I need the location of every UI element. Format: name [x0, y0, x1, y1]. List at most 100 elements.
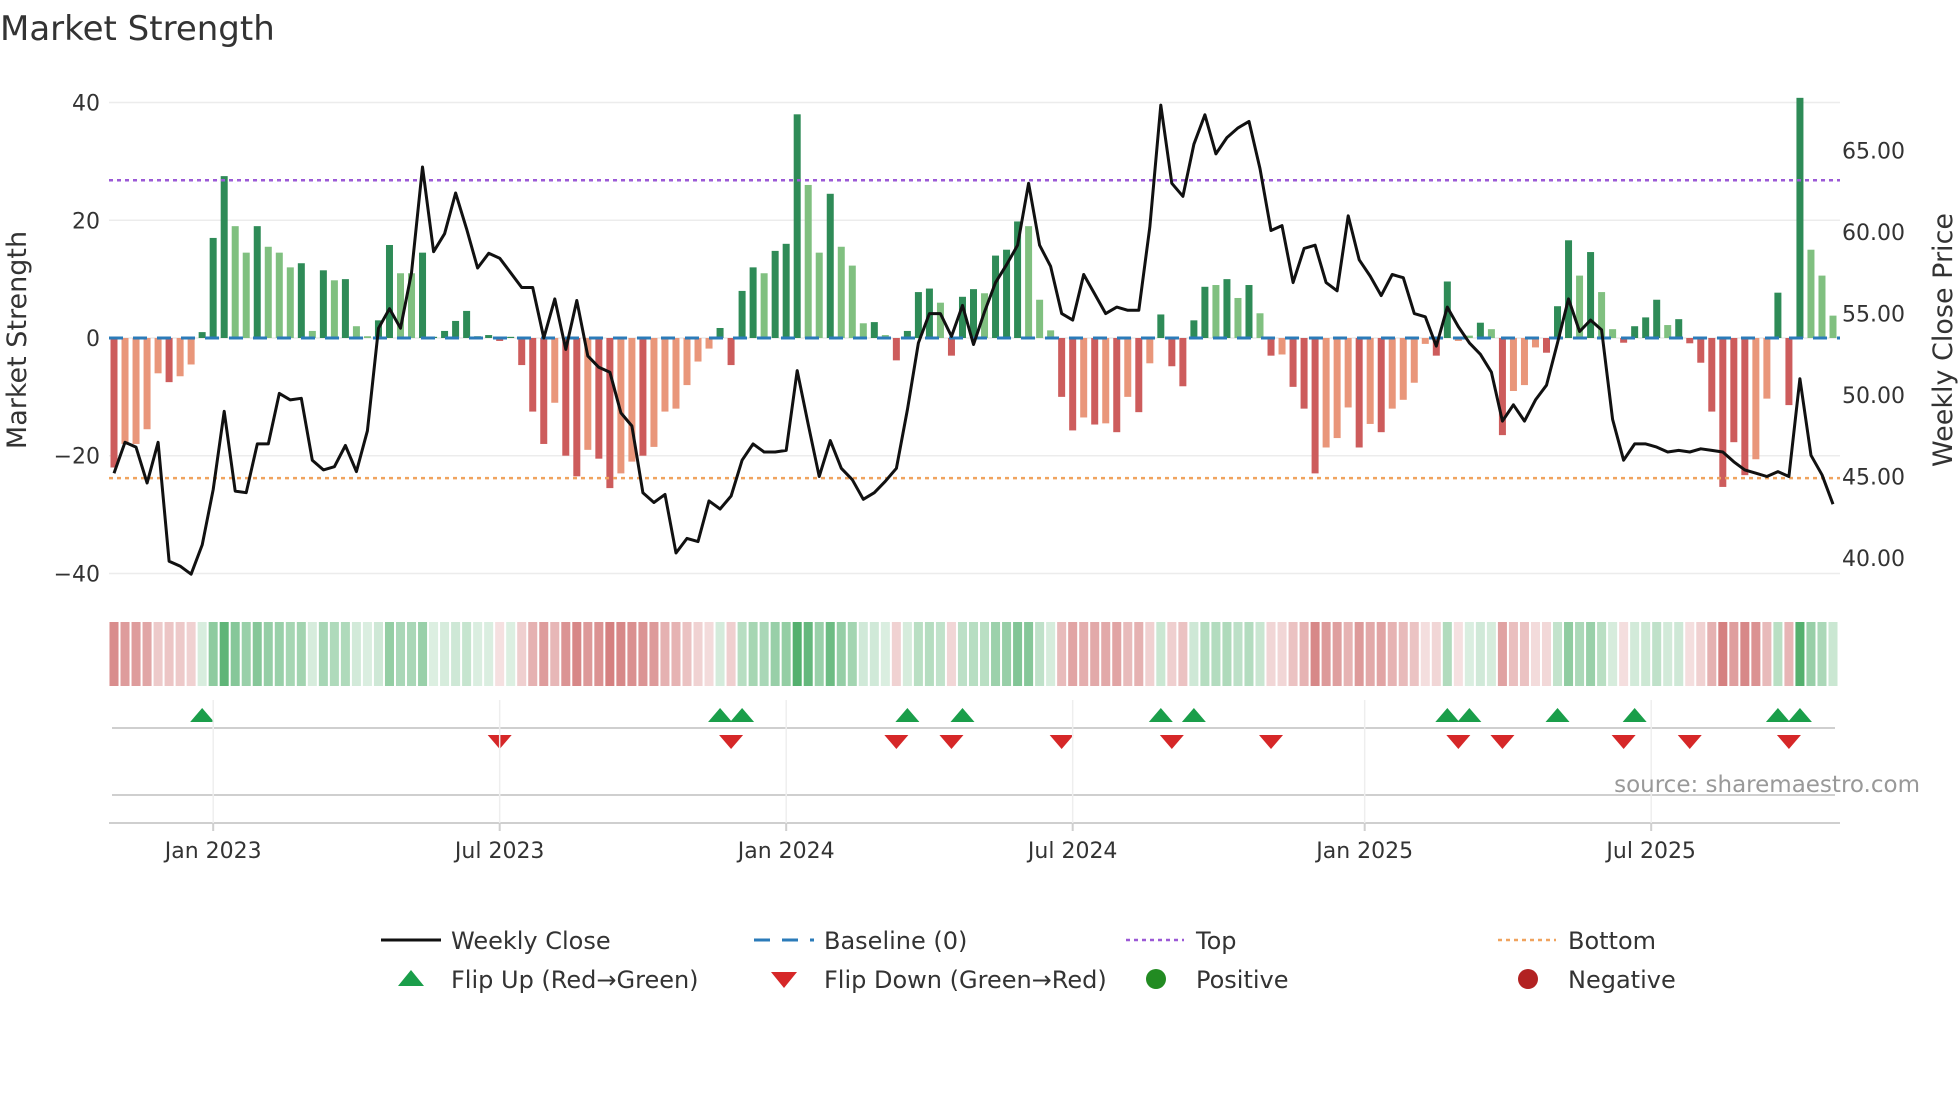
x-tick-label: Jan 2023 [163, 839, 262, 864]
strength-bar [1278, 338, 1286, 355]
strength-bar [1520, 338, 1528, 386]
strip-cell [1178, 622, 1188, 686]
strength-bar [231, 226, 239, 338]
x-tick-label: Jul 2024 [1026, 839, 1118, 864]
strip-cell [1453, 622, 1463, 686]
strip-cell [318, 622, 328, 686]
strip-cell [946, 622, 956, 686]
strip-cell [1420, 622, 1430, 686]
strength-bar [1785, 338, 1793, 406]
strength-bar [165, 338, 173, 383]
strip-cell [1332, 622, 1342, 686]
strip-cell [219, 622, 229, 686]
strength-bar [452, 320, 460, 338]
strength-bar [1344, 338, 1352, 408]
strength-bar [1355, 338, 1363, 448]
strength-bar [1223, 279, 1231, 338]
strip-cell [407, 622, 417, 686]
flip-up-marker [1435, 708, 1460, 722]
strip-cell [913, 622, 923, 686]
strip-cell [649, 622, 659, 686]
strip-cell [1002, 622, 1012, 686]
strength-bar [330, 280, 338, 338]
y2-tick-label: 65.00 [1842, 140, 1905, 165]
strip-cell [847, 622, 857, 686]
strength-bar [1631, 326, 1639, 338]
flip-up-marker [895, 708, 920, 722]
strip-cell [1090, 622, 1100, 686]
strength-bar [1025, 226, 1033, 338]
strip-cell [1762, 622, 1772, 686]
strength-bar [1333, 338, 1341, 439]
strip-cell [737, 622, 747, 686]
strength-bar [705, 338, 713, 349]
strip-cell [1244, 622, 1254, 686]
strength-bar [1664, 325, 1672, 338]
strength-bar [947, 338, 955, 356]
circle-green-icon [1146, 969, 1166, 989]
strip-cell [572, 622, 582, 686]
y-axis-label: Market Strength [2, 231, 33, 449]
strip-cell [891, 622, 901, 686]
legend-label: Flip Down (Green→Red) [824, 966, 1107, 994]
flip-down-marker [939, 735, 964, 749]
strip-cell [1497, 622, 1507, 686]
strip-cell [991, 622, 1001, 686]
strength-bar [1135, 338, 1143, 413]
strip-cell [285, 622, 295, 686]
strip-cell [781, 622, 791, 686]
strength-bar [419, 252, 427, 338]
circle-red-icon [1518, 969, 1538, 989]
strength-bar [1058, 338, 1066, 397]
strip-cell [715, 622, 725, 686]
strength-bar [1124, 338, 1132, 397]
strip-cell [1806, 622, 1816, 686]
strip-cell [1046, 622, 1056, 686]
strength-bar [683, 338, 691, 386]
strip-cell [1431, 622, 1441, 686]
strip-cell [473, 622, 483, 686]
strip-cell [1079, 622, 1089, 686]
strip-cell [440, 622, 450, 686]
strip-cell [1156, 622, 1166, 686]
flip-down-marker [1490, 735, 1515, 749]
strength-bar [1102, 338, 1110, 424]
strip-cell [1619, 622, 1629, 686]
strip-cell [726, 622, 736, 686]
strength-bar [1543, 338, 1550, 353]
strength-bar [1774, 292, 1782, 338]
y2-tick-label: 60.00 [1842, 221, 1905, 246]
strip-cell [1597, 622, 1607, 686]
strip-cell [1685, 622, 1695, 686]
strip-cell [1024, 622, 1034, 686]
strength-bar [1190, 320, 1198, 338]
strength-bar [110, 338, 118, 468]
strength-bar [1377, 338, 1385, 433]
strip-cell [1795, 622, 1805, 686]
strength-bar [286, 267, 294, 338]
strength-bar [551, 338, 559, 403]
strength-bar [209, 237, 217, 338]
strip-cell [1354, 622, 1364, 686]
strength-bar [187, 338, 195, 365]
strip-cell [1817, 622, 1827, 686]
strength-bar [892, 338, 900, 361]
strip-cell [980, 622, 990, 686]
strip-cell [539, 622, 549, 686]
y2-axis-label: Weekly Close Price [1928, 213, 1959, 467]
strip-cell [362, 622, 372, 686]
flip-up-marker [1148, 708, 1173, 722]
strength-bar [385, 244, 393, 338]
strip-cell [660, 622, 670, 686]
strength-bar [264, 246, 272, 338]
strip-cell [1519, 622, 1529, 686]
strip-cell [1740, 622, 1750, 686]
strength-bar [176, 338, 184, 377]
x-tick-label: Jul 2025 [1604, 839, 1696, 864]
right-axis-ticks: 65.00 60.00 55.00 50.00 45.00 40.00 [1842, 140, 1905, 572]
strength-bar [1311, 338, 1319, 474]
strength-bar [1642, 317, 1650, 338]
strength-bar [352, 326, 360, 338]
strip-cell [1200, 622, 1210, 686]
strip-cell [451, 622, 461, 686]
